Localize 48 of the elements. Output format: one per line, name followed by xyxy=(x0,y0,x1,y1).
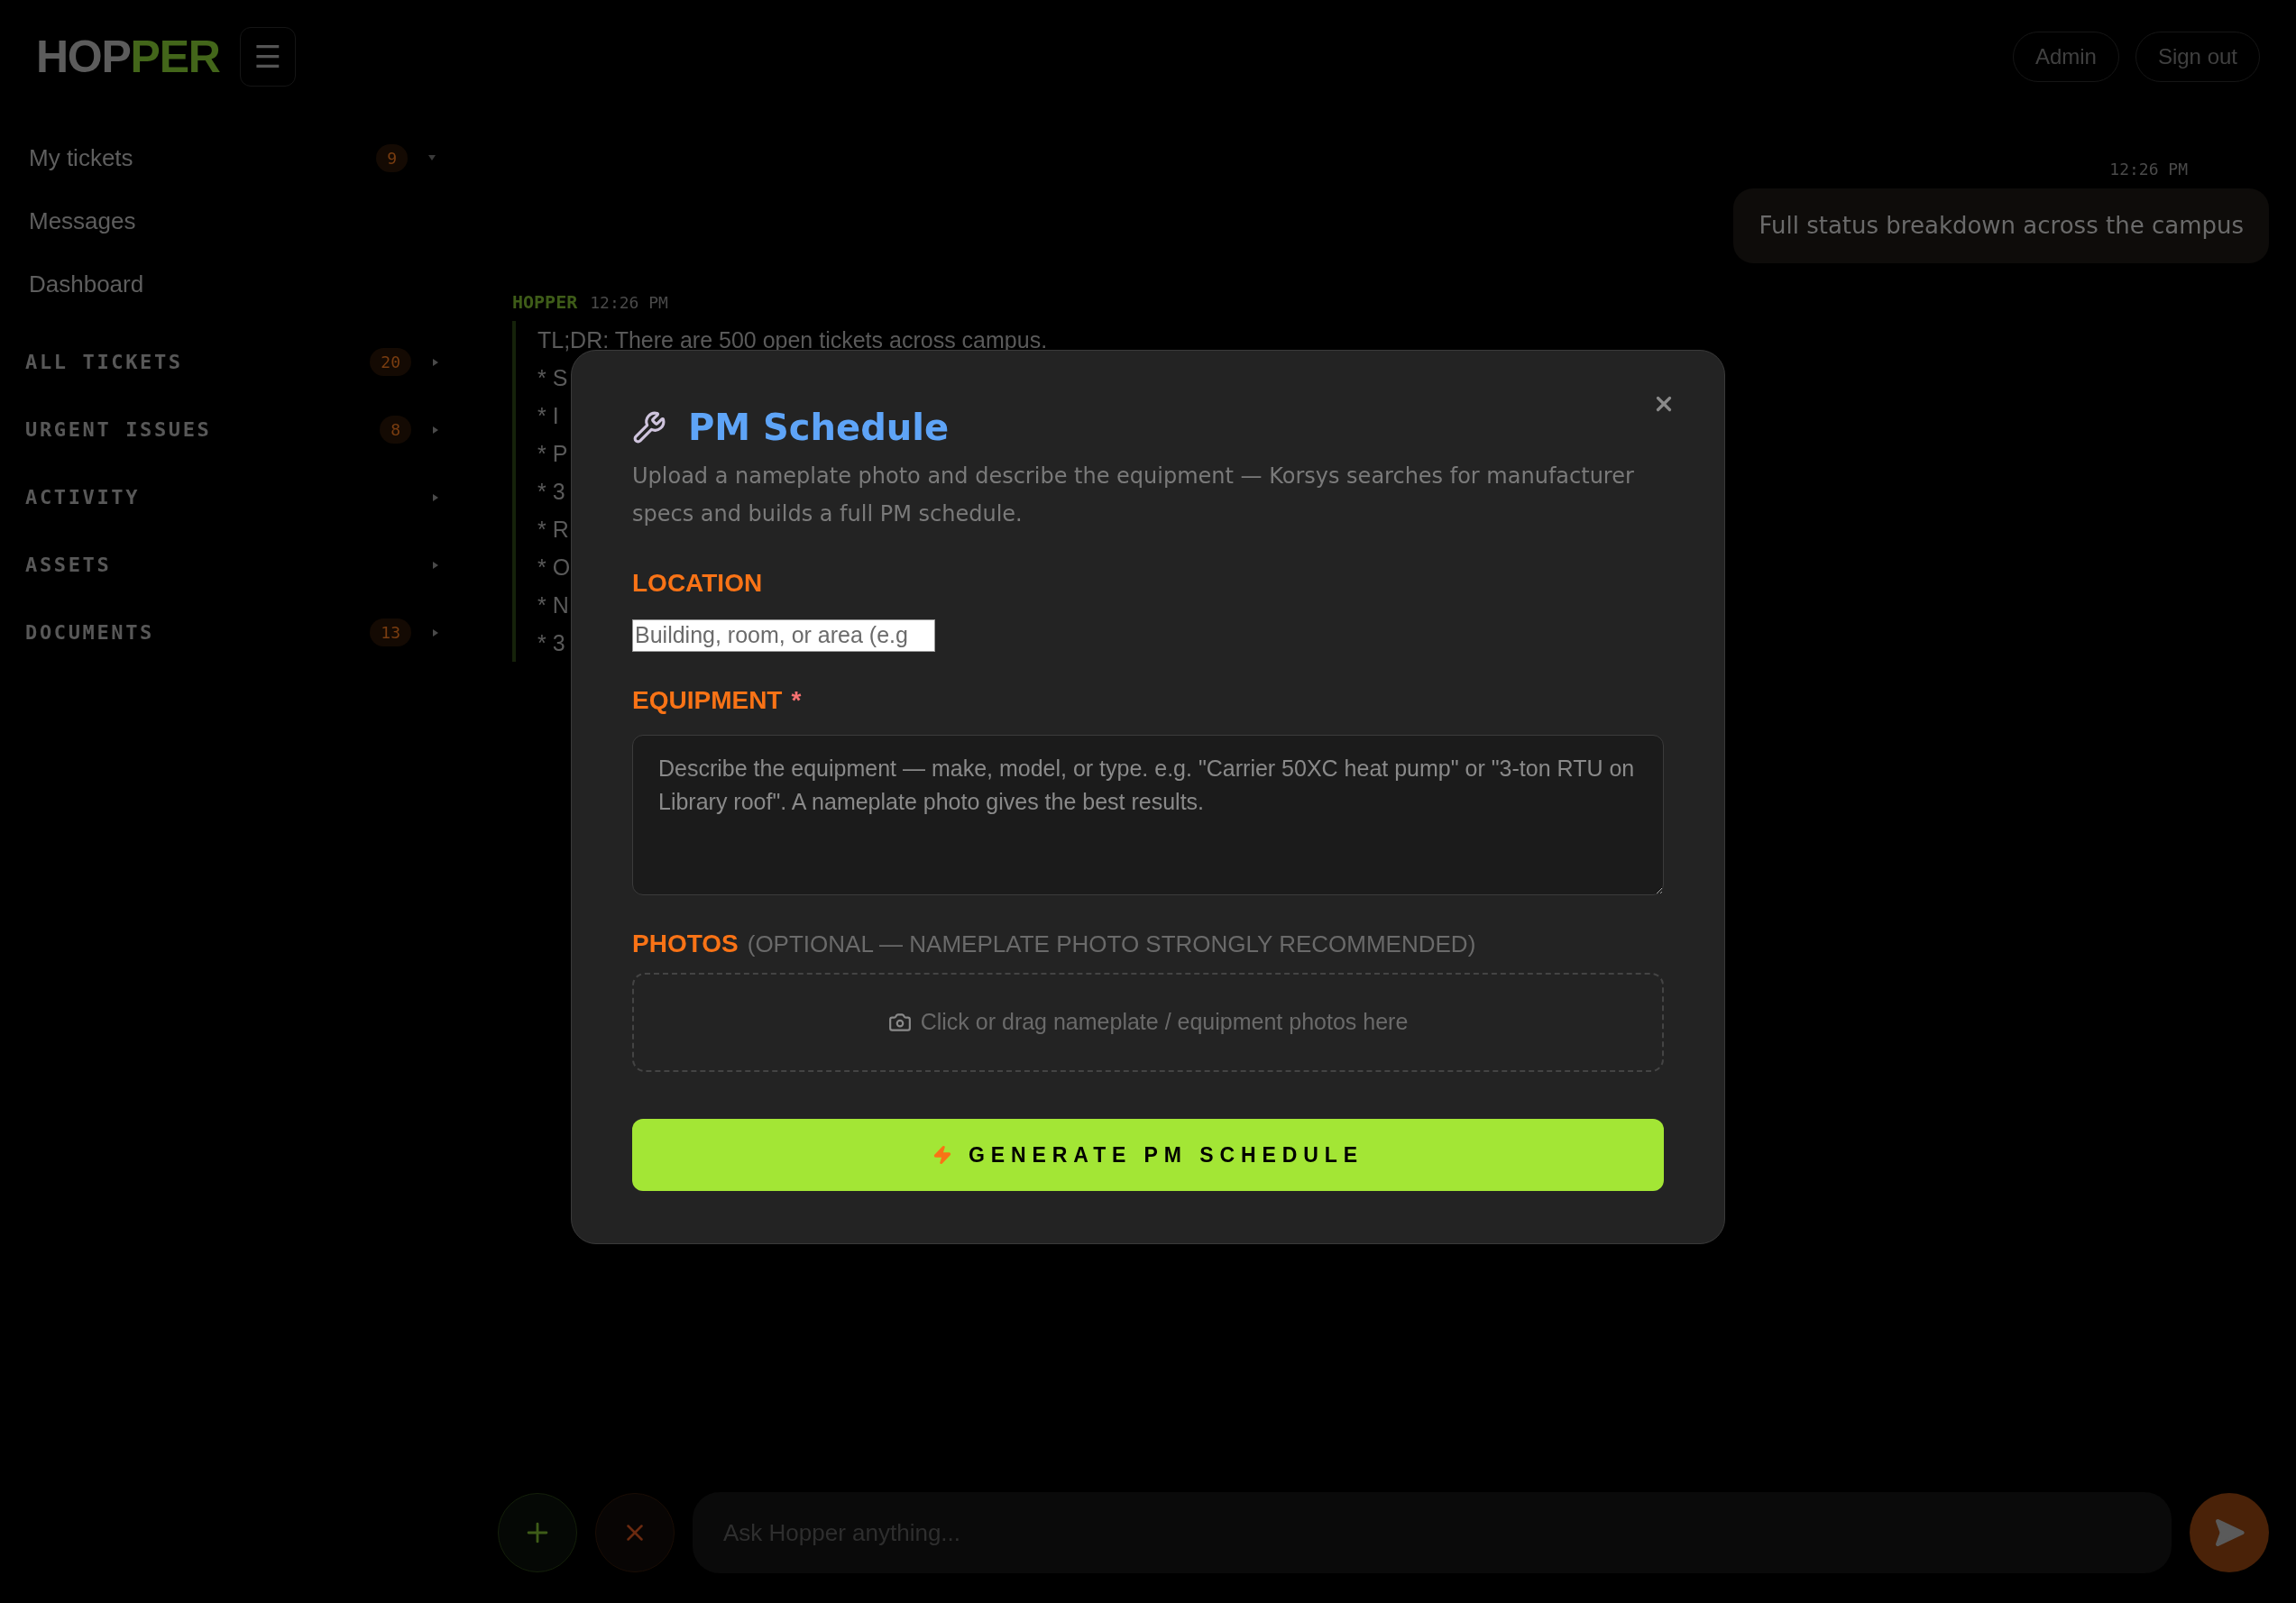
send-icon xyxy=(2213,1516,2245,1549)
section-heading[interactable]: DOCUMENTS xyxy=(25,618,154,647)
section-heading[interactable]: ASSETS xyxy=(25,550,112,580)
required-mark: * xyxy=(791,685,802,716)
message-author: HOPPER xyxy=(512,290,578,315)
location-field[interactable]: Building, room, or area (e.g xyxy=(632,619,935,652)
count-badge: 13 xyxy=(370,618,411,646)
message-line: * 3 xyxy=(537,478,565,506)
message-line: * R xyxy=(537,516,569,544)
equipment-field[interactable]: Describe the equipment — make, model, or type. e.g. "Carrier 50XC heat pump" or "3-ton RTU on Library roof". A nameplate photo gives the best results. xyxy=(632,735,1664,895)
sidebar-link[interactable]: Messages xyxy=(29,203,136,239)
field-hint: (OPTIONAL — NAMEPLATE PHOTO STRONGLY RECOMMENDED) xyxy=(747,930,1476,959)
lightning-icon xyxy=(932,1145,953,1165)
message-time: 12:26 PM xyxy=(2109,159,2188,180)
user-message: Full status breakdown across the campus xyxy=(1733,188,2269,263)
section-heading[interactable]: ACTIVITY xyxy=(25,482,141,512)
sidebar-link[interactable]: My tickets xyxy=(29,140,133,176)
message-line: * I xyxy=(537,402,559,430)
camera-icon xyxy=(887,1011,912,1034)
message-line: * 3 xyxy=(537,629,565,657)
section-heading[interactable]: ALL TICKETS xyxy=(25,347,183,377)
count-badge: 20 xyxy=(370,348,411,376)
field-label: EQUIPMENT xyxy=(632,685,783,716)
caret-right-icon[interactable] xyxy=(431,560,440,570)
count-badge: 8 xyxy=(380,416,411,444)
caret-right-icon[interactable] xyxy=(431,627,440,637)
message-line: * S xyxy=(537,364,568,392)
generate-button[interactable]: GENERATE PM SCHEDULE xyxy=(632,1119,1664,1191)
wrench-icon xyxy=(632,410,666,444)
section-heading[interactable]: URGENT ISSUES xyxy=(25,415,212,444)
message-time: 12:26 PM xyxy=(590,292,668,314)
caret-right-icon[interactable] xyxy=(431,425,440,435)
logo: HOPPER xyxy=(36,34,220,79)
count-badge: 9 xyxy=(376,143,408,172)
caret-down-icon[interactable] xyxy=(427,153,436,162)
sidebar-link[interactable]: Dashboard xyxy=(29,266,144,302)
field-label: PHOTOS xyxy=(632,929,739,959)
caret-right-icon[interactable] xyxy=(431,357,440,367)
caret-right-icon[interactable] xyxy=(431,492,440,502)
photo-dropzone[interactable]: Click or drag nameplate / equipment photos here xyxy=(632,973,1664,1072)
message-line: * N xyxy=(537,591,569,619)
dialog-description: Upload a nameplate photo and describe the equipment — Korsys searches for manufacturer specs and builds a full PM schedule. xyxy=(632,463,1635,528)
dialog-title: PM Schedule xyxy=(688,406,950,450)
menu-button[interactable]: ☰ xyxy=(239,27,296,87)
message-line: TL;DR: There are 500 open tickets across campus. xyxy=(537,326,1048,354)
message-line: * O xyxy=(537,554,571,582)
message-line: * P xyxy=(537,440,568,468)
field-label: LOCATION xyxy=(632,568,763,599)
